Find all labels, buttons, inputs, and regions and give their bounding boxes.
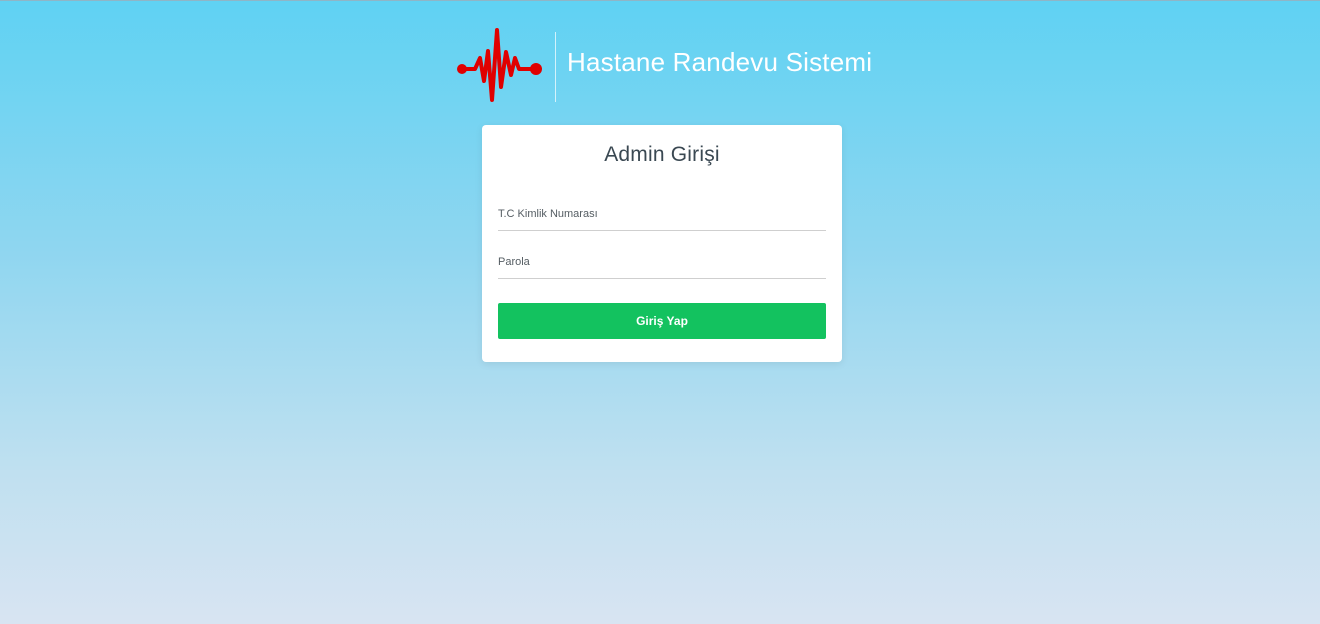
heartbeat-pulse-icon bbox=[457, 28, 542, 102]
password-field bbox=[498, 245, 826, 279]
login-heading: Admin Girişi bbox=[604, 143, 720, 166]
password-input[interactable] bbox=[498, 245, 826, 278]
site-header: Hastane Randevu Sistemi bbox=[455, 24, 872, 110]
app-title: Hastane Randevu Sistemi bbox=[567, 46, 873, 77]
brand-divider bbox=[555, 32, 556, 102]
top-border bbox=[0, 0, 1320, 1]
login-button[interactable]: Giriş Yap bbox=[498, 303, 826, 339]
tc-kimlik-input[interactable] bbox=[498, 197, 826, 230]
tc-field bbox=[498, 197, 826, 231]
login-card: Admin Girişi Giriş Yap bbox=[482, 125, 842, 362]
